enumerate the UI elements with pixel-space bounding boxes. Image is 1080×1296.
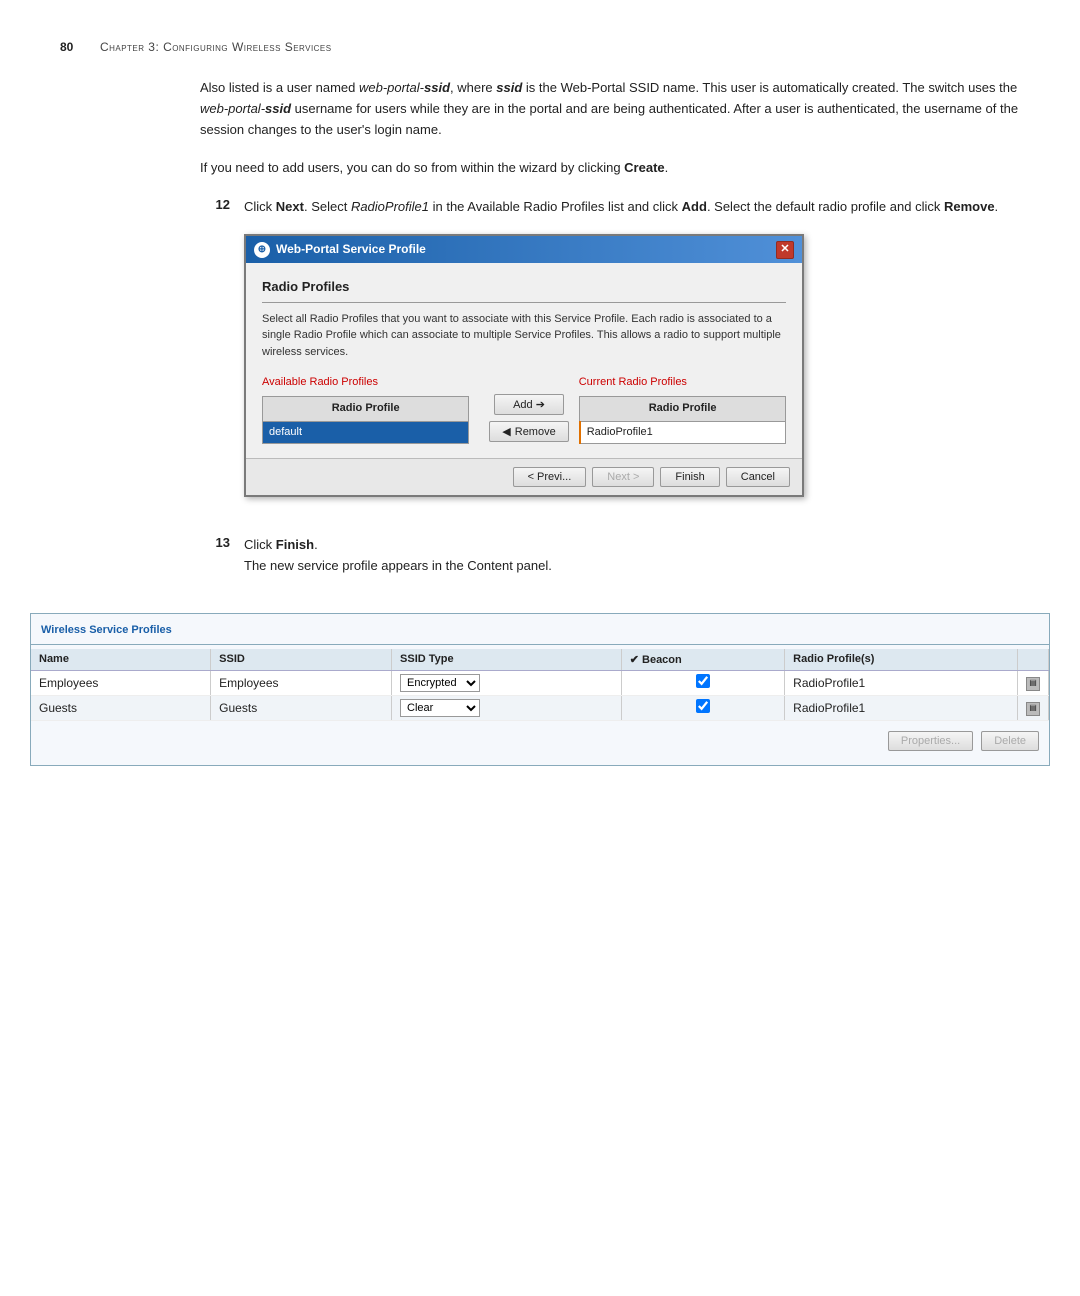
current-row-radioprofile1[interactable]: RadioProfile1 (580, 421, 786, 444)
dialog-footer: < Previ... Next > Finish Cancel (246, 458, 802, 495)
add-button[interactable]: Add ➔ (494, 394, 564, 415)
page-container: 80 Chapter 3: Configuring Wireless Servi… (0, 0, 1080, 1296)
dialog-title: Web-Portal Service Profile (276, 240, 426, 259)
step-12-number: 12 (200, 197, 244, 212)
available-column-header: Radio Profile (263, 397, 469, 422)
col-beacon: ✔ Beacon (621, 649, 784, 671)
page-number: 80 (60, 40, 100, 54)
intro-para2: If you need to add users, you can do so … (200, 158, 1020, 179)
wsp-header-row: Name SSID SSID Type ✔ Beacon Radio Profi… (31, 649, 1049, 671)
drag-icon-guests: ▤ (1026, 702, 1040, 716)
col-name: Name (31, 649, 211, 671)
dialog-box: ⊕ Web-Portal Service Profile ✕ Radio Pro… (244, 234, 804, 497)
drag-icon-employees: ▤ (1026, 677, 1040, 691)
finish-button[interactable]: Finish (660, 467, 719, 487)
wsp-title: Wireless Service Profiles (31, 624, 1049, 645)
step-13-desc: The new service profile appears in the C… (244, 556, 1020, 577)
available-profiles: Available Radio Profiles Radio Profile (262, 374, 469, 444)
table-row: Guests Guests Encrypted Clear (31, 695, 1049, 720)
step-13-block: 13 Click Finish. The new service profile… (200, 535, 1020, 595)
row-icon-guests[interactable]: ▤ (1018, 695, 1049, 720)
step-12-content: Click Next. Select RadioProfile1 in the … (244, 197, 1020, 517)
available-label: Available Radio Profiles (262, 374, 469, 392)
current-profiles-table: Radio Profile RadioProfile1 (579, 396, 786, 444)
intro-para1: Also listed is a user named web-portal-s… (200, 78, 1020, 140)
row-ssid-guests: Guests (211, 695, 392, 720)
row-icon-employees[interactable]: ▤ (1018, 670, 1049, 695)
current-row-radioprofile1-cell: RadioProfile1 (580, 421, 786, 444)
ssid-type-select-guests[interactable]: Encrypted Clear (400, 699, 480, 717)
dialog-middle-buttons: Add ➔ ◀ Remove (479, 394, 578, 442)
available-row-default-cell: default (263, 421, 469, 444)
beacon-checkbox-guests[interactable] (696, 699, 710, 713)
dialog-body: Radio Profiles Select all Radio Profiles… (246, 263, 802, 458)
step-13-number: 13 (200, 535, 244, 550)
delete-button[interactable]: Delete (981, 731, 1039, 751)
current-profiles: Current Radio Profiles Radio Profile (579, 374, 786, 444)
remove-icon: ◀ (502, 425, 510, 438)
dialog-app-icon: ⊕ (254, 242, 270, 258)
row-ssid-type-employees[interactable]: Encrypted Clear (392, 670, 622, 695)
ssid-type-select-employees[interactable]: Encrypted Clear (400, 674, 480, 692)
wsp-section: Wireless Service Profiles Name SSID SSID… (0, 613, 1080, 766)
dialog-titlebar-left: ⊕ Web-Portal Service Profile (254, 240, 426, 259)
cancel-button[interactable]: Cancel (726, 467, 790, 487)
wsp-table: Name SSID SSID Type ✔ Beacon Radio Profi… (31, 649, 1049, 721)
remove-button-label: Remove (515, 426, 556, 438)
col-ssid: SSID (211, 649, 392, 671)
row-ssid-type-guests[interactable]: Encrypted Clear (392, 695, 622, 720)
wsp-outer: Wireless Service Profiles Name SSID SSID… (30, 613, 1050, 766)
available-profiles-table: Radio Profile default (262, 396, 469, 444)
col-radio-profiles: Radio Profile(s) (785, 649, 1018, 671)
page-header: 80 Chapter 3: Configuring Wireless Servi… (0, 40, 1080, 54)
dialog-close-button[interactable]: ✕ (776, 241, 794, 259)
step-12-text: Click Next. Select RadioProfile1 in the … (244, 199, 998, 214)
row-ssid-employees: Employees (211, 670, 392, 695)
chapter-title: Chapter 3: Configuring Wireless Services (100, 40, 332, 54)
row-radio-profiles-employees: RadioProfile1 (785, 670, 1018, 695)
row-beacon-guests[interactable] (621, 695, 784, 720)
dialog-description: Select all Radio Profiles that you want … (262, 311, 786, 361)
dialog-titlebar: ⊕ Web-Portal Service Profile ✕ (246, 236, 802, 263)
beacon-checkbox-employees[interactable] (696, 674, 710, 688)
next-button[interactable]: Next > (592, 467, 654, 487)
current-label: Current Radio Profiles (579, 374, 786, 392)
content-area: Also listed is a user named web-portal-s… (0, 78, 1080, 595)
step-12-block: 12 Click Next. Select RadioProfile1 in t… (200, 197, 1020, 517)
wsp-footer: Properties... Delete (31, 721, 1049, 751)
row-name-guests: Guests (31, 695, 211, 720)
col-ssid-type: SSID Type (392, 649, 622, 671)
dialog-section-title: Radio Profiles (262, 277, 786, 303)
dialog-wrapper: ⊕ Web-Portal Service Profile ✕ Radio Pro… (244, 234, 1020, 497)
available-row-default[interactable]: default (263, 421, 469, 444)
table-row: Employees Employees Encrypted Clear (31, 670, 1049, 695)
properties-button[interactable]: Properties... (888, 731, 973, 751)
profiles-layout: Available Radio Profiles Radio Profile (262, 374, 786, 444)
col-icon (1018, 649, 1049, 671)
add-button-label: Add ➔ (513, 398, 545, 411)
current-column-header: Radio Profile (580, 397, 786, 422)
row-name-employees: Employees (31, 670, 211, 695)
row-radio-profiles-guests: RadioProfile1 (785, 695, 1018, 720)
prev-button[interactable]: < Previ... (513, 467, 587, 487)
step-13-text: Click Finish. (244, 535, 1020, 556)
remove-button[interactable]: ◀ Remove (489, 421, 568, 442)
row-beacon-employees[interactable] (621, 670, 784, 695)
step-13-content: Click Finish. The new service profile ap… (244, 535, 1020, 595)
